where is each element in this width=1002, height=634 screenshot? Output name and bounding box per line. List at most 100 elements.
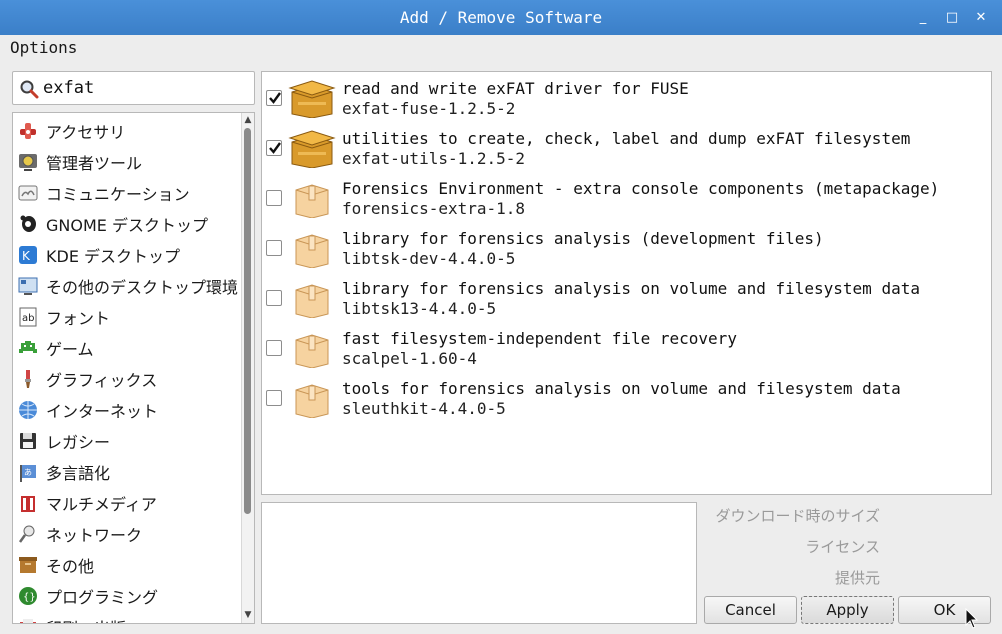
category-item[interactable]: レガシー bbox=[13, 425, 241, 456]
category-item[interactable]: あ 多言語化 bbox=[13, 456, 241, 487]
window-titlebar: Add / Remove Software _ □ ✕ bbox=[0, 0, 1002, 35]
apply-button[interactable]: Apply bbox=[801, 596, 894, 624]
maximize-icon[interactable]: □ bbox=[945, 10, 959, 25]
svg-text:ab: ab bbox=[22, 313, 34, 324]
menubar: Options bbox=[0, 35, 1002, 61]
category-item[interactable]: アクセサリ bbox=[13, 115, 241, 146]
category-label: GNOME デスクトップ bbox=[46, 215, 208, 235]
cancel-button[interactable]: Cancel bbox=[704, 596, 797, 624]
package-checkbox[interactable] bbox=[266, 340, 282, 356]
category-item[interactable]: その他 bbox=[13, 549, 241, 580]
category-label: レガシー bbox=[46, 432, 111, 452]
search-input[interactable] bbox=[43, 77, 248, 99]
package-summary: library for forensics analysis on volume… bbox=[342, 279, 920, 298]
graphics-icon bbox=[25, 369, 31, 388]
accessories-icon bbox=[20, 122, 36, 139]
search-icon[interactable] bbox=[19, 79, 39, 99]
package-name: exfat-utils-1.2.5-2 bbox=[342, 149, 526, 168]
category-label: 多言語化 bbox=[46, 463, 111, 483]
license-label: ライセンス bbox=[805, 538, 880, 556]
category-label: ネットワーク bbox=[46, 525, 143, 545]
package-description bbox=[261, 502, 697, 624]
communication-icon bbox=[18, 185, 38, 200]
category-item[interactable]: グラフィックス bbox=[13, 363, 241, 394]
package-row[interactable]: tools for forensics analysis on volume a… bbox=[262, 372, 991, 422]
package-row[interactable]: Forensics Environment - extra console co… bbox=[262, 172, 991, 222]
other-icon bbox=[19, 556, 37, 573]
package-icon bbox=[295, 334, 329, 368]
category-label: その他 bbox=[46, 556, 95, 576]
category-item[interactable]: マルチメディア bbox=[13, 487, 241, 518]
package-name: forensics-extra-1.8 bbox=[342, 199, 526, 218]
package-checkbox[interactable] bbox=[266, 240, 282, 256]
package-checkbox[interactable] bbox=[266, 140, 282, 156]
package-checkbox[interactable] bbox=[266, 190, 282, 206]
category-item[interactable]: {} プログラミング bbox=[13, 580, 241, 611]
scroll-up-icon[interactable]: ▲ bbox=[242, 114, 254, 126]
category-item[interactable]: インターネット bbox=[13, 394, 241, 425]
category-item[interactable]: その他のデスクトップ環境 bbox=[13, 270, 241, 301]
category-item[interactable]: ゲーム bbox=[13, 332, 241, 363]
package-row[interactable]: utilities to create, check, label and du… bbox=[262, 122, 991, 172]
package-name: scalpel-1.60-4 bbox=[342, 349, 477, 368]
category-label: プログラミング bbox=[46, 587, 159, 607]
package-row[interactable]: library for forensics analysis (developm… bbox=[262, 222, 991, 272]
package-row[interactable]: library for forensics analysis on volume… bbox=[262, 272, 991, 322]
package-list: read and write exFAT driver for FUSE exfa… bbox=[261, 71, 992, 495]
package-name: sleuthkit-4.4.0-5 bbox=[342, 399, 506, 418]
gnome-icon bbox=[20, 215, 36, 232]
category-item[interactable]: ネットワーク bbox=[13, 518, 241, 549]
scroll-thumb[interactable] bbox=[244, 128, 251, 514]
category-label: インターネット bbox=[46, 401, 159, 421]
category-item[interactable]: コミュニケーション bbox=[13, 177, 241, 208]
package-row[interactable]: read and write exFAT driver for FUSE exfa… bbox=[262, 72, 991, 122]
category-label: フォント bbox=[46, 308, 111, 328]
package-summary: library for forensics analysis (developm… bbox=[342, 229, 824, 248]
category-item[interactable]: K KDE デスクトップ bbox=[13, 239, 241, 270]
package-summary: fast filesystem-independent file recover… bbox=[342, 329, 737, 348]
category-label: その他のデスクトップ環境 bbox=[46, 277, 239, 297]
scroll-down-icon[interactable]: ▼ bbox=[242, 609, 254, 621]
programming-icon: {} bbox=[19, 586, 37, 605]
package-checkbox[interactable] bbox=[266, 290, 282, 306]
category-item[interactable]: 印刷・出版 bbox=[13, 611, 241, 624]
category-label: ゲーム bbox=[46, 339, 94, 359]
minimize-icon[interactable]: _ bbox=[916, 10, 930, 25]
package-checkbox[interactable] bbox=[266, 390, 282, 406]
menu-options[interactable]: Options bbox=[10, 38, 77, 57]
category-list: ▲ ▼ アクセサリ管理者ツールコミュニケーション GNOME デスクトップ K KDE… bbox=[12, 112, 255, 624]
package-icon bbox=[295, 384, 329, 418]
globe-icon bbox=[19, 400, 37, 419]
close-icon[interactable]: ✕ bbox=[974, 10, 988, 25]
package-checkbox[interactable] bbox=[266, 90, 282, 106]
window-title: Add / Remove Software bbox=[399, 8, 603, 27]
category-item[interactable]: ab フォント bbox=[13, 301, 241, 332]
download-size-label: ダウンロード時のサイズ bbox=[715, 507, 880, 525]
game-icon bbox=[19, 340, 37, 353]
search-box[interactable] bbox=[12, 71, 255, 105]
package-name: libtsk-dev-4.4.0-5 bbox=[342, 249, 516, 268]
category-label: コミュニケーション bbox=[46, 184, 190, 204]
package-icon bbox=[295, 184, 329, 218]
package-installed-icon bbox=[288, 80, 336, 118]
category-scrollbar[interactable]: ▲ ▼ bbox=[241, 113, 254, 623]
package-summary: read and write exFAT driver for FUSE bbox=[342, 79, 689, 98]
package-name: libtsk13-4.4.0-5 bbox=[342, 299, 497, 318]
svg-text:{}: {} bbox=[23, 592, 36, 603]
svg-text:あ: あ bbox=[24, 468, 32, 477]
category-item[interactable]: 管理者ツール bbox=[13, 146, 241, 177]
kde-icon: K bbox=[19, 245, 37, 264]
category-item[interactable]: GNOME デスクトップ bbox=[13, 208, 241, 239]
publishing-icon bbox=[20, 618, 36, 623]
floppy-icon bbox=[20, 432, 36, 449]
category-label: KDE デスクトップ bbox=[46, 246, 181, 266]
package-summary: utilities to create, check, label and du… bbox=[342, 129, 911, 148]
category-label: アクセサリ bbox=[46, 122, 126, 142]
package-row[interactable]: fast filesystem-independent file recover… bbox=[262, 322, 991, 372]
desktop-icon bbox=[18, 277, 38, 295]
category-label: グラフィックス bbox=[46, 370, 158, 390]
category-label: 印刷・出版 bbox=[46, 615, 126, 624]
package-summary: tools for forensics analysis on volume a… bbox=[342, 379, 901, 398]
package-icon bbox=[295, 284, 329, 318]
package-summary: Forensics Environment - extra console co… bbox=[342, 179, 940, 198]
